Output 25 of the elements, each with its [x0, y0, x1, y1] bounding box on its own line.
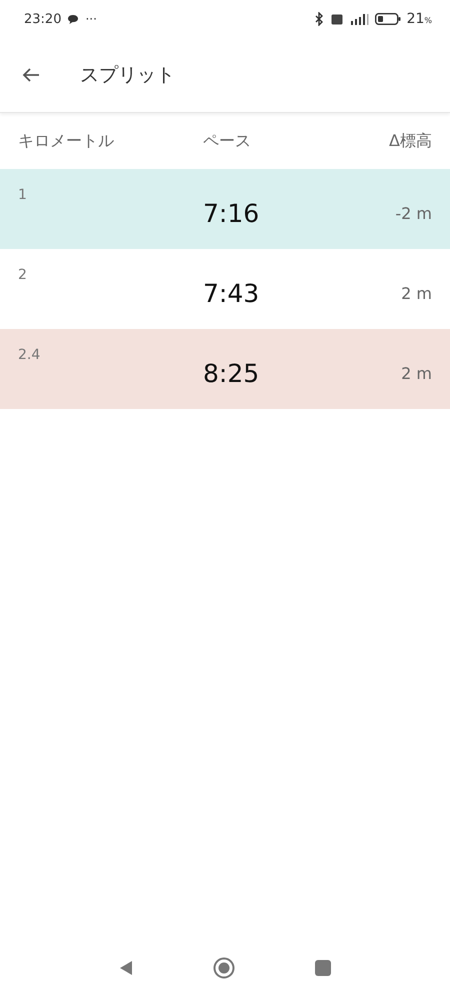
more-notifications: ···: [85, 12, 97, 26]
elevation-cell: 2 m: [401, 284, 432, 302]
back-arrow-icon: [22, 67, 40, 83]
column-header: Δ標高: [389, 130, 432, 152]
km-cell-text: 2: [18, 267, 28, 285]
pace-cell-text: 7:43: [203, 278, 260, 308]
percent-sign: %: [424, 16, 432, 25]
battery-icon: [374, 13, 401, 25]
bluetooth-icon: [312, 12, 325, 26]
screen-title: スプリット: [80, 63, 175, 88]
recents-nav-icon[interactable]: [315, 960, 331, 976]
pace-cell-text: 7:16: [203, 198, 260, 228]
km-cell-text: 2.4: [18, 347, 42, 365]
elevation-cell: 2 m: [401, 364, 432, 382]
battery-percent: 21: [406, 11, 424, 27]
pace-cell-text: 8:25: [203, 358, 260, 388]
back-nav-icon[interactable]: [119, 960, 133, 976]
column-header: キロメートル: [18, 130, 115, 152]
chat-bubble-icon: [67, 14, 80, 24]
elevation-cell: -2 m: [395, 204, 432, 222]
km-cell-text: 1: [18, 187, 28, 205]
column-header: ペース: [203, 130, 251, 152]
home-nav-icon[interactable]: [213, 957, 235, 979]
signal-icon: [348, 13, 369, 25]
status-time: 23:20: [24, 12, 62, 26]
